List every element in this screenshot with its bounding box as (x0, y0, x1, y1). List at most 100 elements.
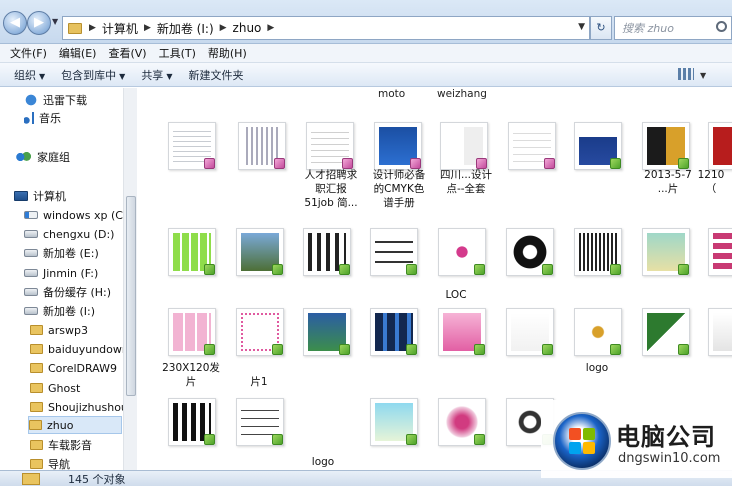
breadcrumb-zhuo[interactable]: zhuo (230, 21, 265, 35)
search-placeholder: 搜索 zhuo (622, 22, 674, 35)
menu-edit[interactable]: 编辑(E) (53, 45, 103, 61)
organize-button[interactable]: 组织 ▼ (6, 67, 53, 83)
menu-view[interactable]: 查看(V) (102, 45, 152, 61)
scrollbar-thumb[interactable] (126, 196, 136, 396)
nav-item-xunlei[interactable]: 迅雷下载 (24, 91, 87, 109)
nav-item-shoujizhushou[interactable]: Shoujizhushou (30, 398, 128, 416)
file-thumbnail[interactable] (438, 398, 486, 446)
command-bar: 组织 ▼ 包含到库中 ▼ 共享 ▼ 新建文件夹 (0, 63, 732, 87)
file-thumbnail[interactable] (708, 228, 732, 276)
address-dropdown-icon[interactable]: ▼ (578, 22, 585, 32)
nav-item-drive-e[interactable]: 新加卷 (E:) (24, 244, 99, 262)
file-thumbnail[interactable] (303, 308, 351, 356)
file-thumbnail[interactable] (236, 228, 284, 276)
forward-button[interactable]: ▶ (27, 11, 51, 35)
include-in-library-button[interactable]: 包含到库中 ▼ (53, 67, 133, 83)
breadcrumb-computer[interactable]: 计算机 (99, 20, 141, 37)
share-button[interactable]: 共享 ▼ (133, 67, 180, 83)
logo-pane-green (583, 428, 595, 440)
file-thumbnail[interactable] (374, 122, 422, 170)
nav-item-ghost[interactable]: Ghost (30, 379, 80, 397)
menu-file[interactable]: 文件(F) (4, 45, 53, 61)
file-thumbnail[interactable] (440, 122, 488, 170)
menu-tools[interactable]: 工具(T) (153, 45, 202, 61)
refresh-button[interactable]: ↻ (590, 16, 612, 40)
file-label: 1210 （ (697, 169, 725, 195)
file-type-icon (204, 264, 215, 275)
file-thumbnail[interactable] (236, 308, 284, 356)
nav-item-label: 家庭组 (37, 151, 70, 164)
file-thumbnail[interactable] (438, 228, 486, 276)
file-type-icon (272, 344, 283, 355)
file-type-icon (678, 344, 689, 355)
file-thumbnail[interactable] (708, 122, 732, 170)
file-thumbnail[interactable] (642, 308, 690, 356)
nav-item-homegroup[interactable]: 家庭组 (14, 148, 70, 166)
file-thumbnail[interactable] (574, 122, 622, 170)
file-label: logo (585, 362, 609, 374)
navigation-scrollbar[interactable] (123, 88, 137, 470)
music-icon (24, 112, 34, 124)
file-thumbnail[interactable] (642, 228, 690, 276)
back-button[interactable]: ◀ (3, 11, 27, 35)
file-thumbnail[interactable] (370, 308, 418, 356)
breadcrumb-volume-i[interactable]: 新加卷 (I:) (154, 20, 217, 37)
nav-item-drive-h[interactable]: 备份缓存 (H:) (24, 283, 111, 301)
new-folder-button[interactable]: 新建文件夹 (180, 67, 251, 83)
file-thumbnail[interactable] (303, 228, 351, 276)
file-thumbnail[interactable] (438, 308, 486, 356)
nav-item-music[interactable]: 音乐 (24, 109, 61, 127)
nav-item-drive-f[interactable]: Jinmin (F:) (24, 264, 98, 282)
file-thumbnail[interactable] (238, 122, 286, 170)
menu-bar: 文件(F) 编辑(E) 查看(V) 工具(T) 帮助(H) (0, 44, 732, 63)
nav-item-baiduyundownload[interactable]: baiduyundownload (30, 340, 137, 358)
file-thumbnail[interactable] (370, 228, 418, 276)
download-icon (24, 94, 38, 106)
address-input[interactable]: ▶ 计算机 ▶ 新加卷 (I:) ▶ zhuo ▶ ▼ (62, 16, 590, 40)
menu-help[interactable]: 帮助(H) (202, 45, 253, 61)
file-thumbnail[interactable] (574, 228, 622, 276)
file-thumbnail[interactable] (306, 122, 354, 170)
file-thumbnail[interactable] (168, 228, 216, 276)
chevron-right-icon[interactable]: ▶ (86, 23, 99, 33)
file-thumbnail[interactable] (168, 122, 216, 170)
watermark-url: dngswin10.com (618, 451, 721, 466)
nav-item-car-media[interactable]: 车载影音 (30, 436, 92, 454)
chevron-right-icon[interactable]: ▶ (264, 23, 277, 33)
file-thumbnail[interactable] (508, 122, 556, 170)
chevron-right-icon[interactable]: ▶ (217, 23, 230, 33)
folder-icon (30, 440, 43, 450)
folder-icon (22, 472, 40, 485)
file-thumbnail[interactable] (168, 398, 216, 446)
nav-item-label: Ghost (48, 381, 81, 395)
file-thumbnail[interactable] (574, 308, 622, 356)
file-thumbnail[interactable] (370, 398, 418, 446)
file-thumbnail[interactable] (168, 308, 216, 356)
nav-item-drive-d[interactable]: chengxu (D:) (24, 225, 114, 243)
nav-item-arswp3[interactable]: arswp3 (30, 321, 88, 339)
file-thumbnail[interactable] (708, 308, 732, 356)
file-thumbnail[interactable] (236, 398, 284, 446)
nav-item-drive-c[interactable]: windows xp (C:) (24, 206, 131, 224)
nav-item-label: 车载影音 (48, 439, 92, 452)
history-dropdown-icon[interactable]: ▼ (52, 17, 58, 26)
nav-item-computer[interactable]: 计算机 (14, 187, 66, 205)
chevron-right-icon[interactable]: ▶ (141, 23, 154, 33)
view-dropdown-icon[interactable]: ▼ (700, 71, 706, 80)
nav-item-zhuo[interactable]: zhuo (28, 416, 122, 434)
file-thumbnail[interactable] (642, 122, 690, 170)
file-type-icon (474, 264, 485, 275)
nav-item-label: CorelDRAW9 (48, 361, 117, 375)
search-icon[interactable] (716, 21, 727, 32)
search-input[interactable]: 搜索 zhuo (614, 16, 732, 40)
nav-item-drive-i[interactable]: 新加卷 (I:) (24, 302, 95, 320)
file-thumbnail[interactable] (506, 228, 554, 276)
file-type-icon (204, 158, 215, 169)
nav-item-navigation[interactable]: 导航 (30, 455, 70, 470)
view-options-icon[interactable] (678, 68, 694, 80)
dropdown-icon: ▼ (119, 71, 126, 81)
file-thumbnail[interactable] (506, 308, 554, 356)
nav-item-label: arswp3 (48, 323, 88, 337)
nav-item-coreldraw9[interactable]: CorelDRAW9 (30, 359, 117, 377)
file-type-icon (406, 344, 417, 355)
